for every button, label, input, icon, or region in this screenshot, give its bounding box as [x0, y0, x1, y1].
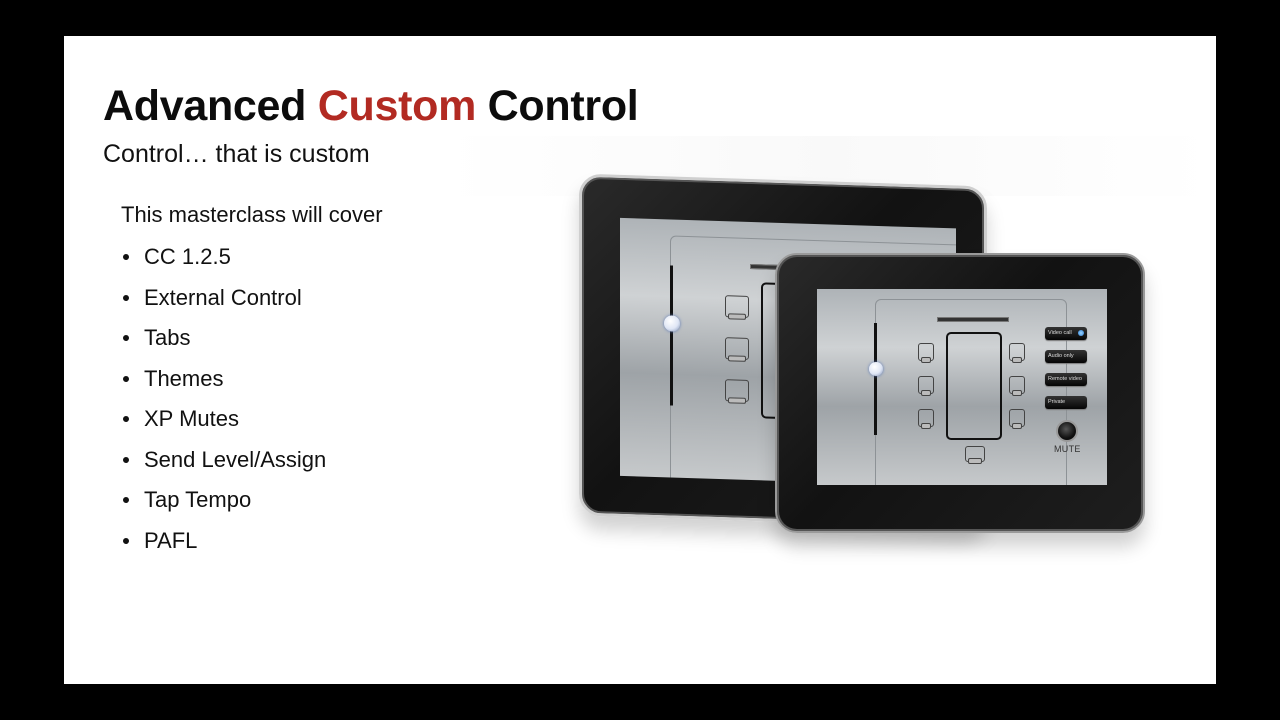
tablet-image-front: Video call Audio only Remote video Priva…: [775, 253, 1145, 533]
mode-button-private: Private: [1045, 396, 1087, 409]
slide-subtitle: Control… that is custom: [103, 140, 370, 168]
topic-list: CC 1.2.5 External Control Tabs Themes XP…: [121, 241, 326, 565]
mode-button-audio-only: Audio only: [1045, 350, 1087, 363]
mode-button-label: Video call: [1048, 330, 1072, 336]
topic-item: External Control: [121, 282, 326, 323]
bullet-icon: [123, 294, 129, 301]
topic-item: Tabs: [121, 322, 326, 363]
topic-label: Send Level/Assign: [144, 446, 327, 472]
volume-slider-knob: [869, 362, 883, 376]
topic-label: Tabs: [144, 325, 191, 350]
seat-icon: [1009, 376, 1025, 396]
mute-label: MUTE: [1054, 444, 1081, 454]
bullet-icon: [123, 537, 129, 544]
topic-item: CC 1.2.5: [121, 241, 326, 282]
mode-button-label: Private: [1048, 399, 1066, 405]
seat-icon: [965, 446, 985, 464]
seat-icon: [918, 343, 934, 363]
seat-icon: [918, 376, 934, 396]
topic-label: XP Mutes: [144, 406, 239, 431]
bullet-icon: [123, 254, 129, 260]
seat-icon: [1009, 409, 1025, 429]
active-led-icon: [1078, 330, 1084, 336]
mode-button-remote-video: Remote video: [1045, 373, 1087, 386]
title-accent-word: Custom: [317, 82, 477, 130]
topic-label: CC 1.2.5: [144, 244, 231, 269]
mode-button-video-call: Video call: [1045, 327, 1087, 340]
seat-icon: [725, 295, 749, 318]
bullet-icon: [123, 335, 129, 341]
topic-item: Tap Tempo: [121, 484, 326, 525]
mode-button-label: Remote video: [1048, 376, 1082, 382]
bullet-icon: [123, 375, 129, 382]
topic-label: Tap Tempo: [144, 487, 252, 512]
intro-text: This masterclass will cover: [121, 202, 383, 227]
bullet-icon: [123, 497, 129, 503]
seat-icon: [1009, 343, 1025, 363]
topic-label: Themes: [144, 365, 224, 391]
seat-icon: [725, 337, 749, 360]
bullet-icon: [123, 456, 129, 463]
display-screen-bar: [937, 317, 1009, 322]
mute-button: [1056, 420, 1078, 442]
volume-slider-track: [874, 323, 877, 435]
topic-item: XP Mutes: [121, 403, 326, 444]
slide: Advanced Custom Control Control… that is…: [64, 36, 1216, 684]
topic-item: PAFL: [121, 525, 326, 566]
title-part-2: Control: [476, 82, 639, 130]
topic-label: PAFL: [144, 527, 198, 553]
mode-button-label: Audio only: [1048, 353, 1074, 359]
volume-slider-knob: [664, 315, 680, 332]
topic-item: Themes: [121, 363, 326, 404]
topic-item: Send Level/Assign: [121, 444, 326, 485]
topic-label: External Control: [144, 284, 302, 310]
slide-title: Advanced Custom Control: [103, 82, 639, 131]
title-part-1: Advanced: [103, 82, 318, 130]
conference-table: [946, 332, 1002, 440]
volume-slider-track: [670, 265, 673, 406]
bullet-icon: [123, 416, 129, 422]
seat-icon: [725, 379, 749, 402]
tablet-screen: Video call Audio only Remote video Priva…: [817, 289, 1107, 485]
seat-icon: [918, 409, 934, 429]
